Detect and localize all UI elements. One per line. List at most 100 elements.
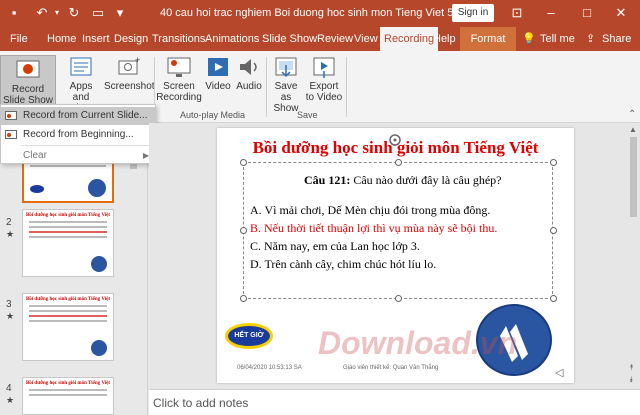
menu-clear[interactable]: Clear ▶: [1, 147, 155, 165]
tab-design[interactable]: Design: [114, 27, 148, 51]
screen-recording-icon: [167, 57, 191, 77]
menu-record-current-slide[interactable]: Record from Current Slide...: [1, 107, 155, 125]
customize-quick-access-icon[interactable]: ▾: [112, 4, 128, 22]
resize-handle[interactable]: [240, 295, 247, 302]
undo-dropdown-icon[interactable]: ▾: [52, 4, 62, 22]
tab-animations[interactable]: Animations: [205, 27, 259, 51]
record-slide-show-button[interactable]: Record Slide Show: [0, 55, 56, 107]
thumb-line: [29, 226, 107, 228]
resize-handle[interactable]: [240, 227, 247, 234]
export-to-video-icon: [313, 57, 335, 78]
ribbon-tabs: File Home Insert Design Transitions Anim…: [0, 27, 640, 51]
question-text: Câu 121: Câu nào dưới đây là câu ghép?: [304, 173, 501, 188]
slide-author: Giáo viên thiết kế: Quan Văn Thắng: [343, 365, 439, 371]
thumb-line: [29, 389, 107, 391]
save-icon[interactable]: ▪: [6, 4, 22, 22]
scrollbar-thumb[interactable]: [630, 137, 637, 217]
tab-review[interactable]: Review: [317, 27, 353, 51]
answer-c: C. Năm nay, em của Lan học lớp 3.: [250, 239, 420, 253]
export-to-video-button[interactable]: Export to Video: [304, 55, 344, 103]
tab-home[interactable]: Home: [47, 27, 76, 51]
video-button[interactable]: Video: [202, 55, 234, 92]
answer-d: D. Trên cành cây, chim chúc hót líu lo.: [250, 257, 437, 271]
editor-scrollbar[interactable]: ▲ ⯭ ⯯: [627, 123, 640, 389]
close-icon[interactable]: ✕: [612, 4, 630, 22]
scroll-up-icon[interactable]: ▲: [629, 125, 637, 134]
redo-icon[interactable]: ↻: [66, 4, 82, 22]
video-label: Video: [205, 81, 231, 92]
thumb-line: [29, 305, 107, 307]
screenshot-button[interactable]: + Screenshot: [104, 55, 155, 92]
ribbon-separator: [346, 57, 347, 117]
notes-pane[interactable]: Click to add notes: [149, 389, 640, 415]
thumb-line: [29, 236, 107, 238]
slide-date: 06/04/2020 10:53:13 SA: [237, 365, 302, 371]
undo-icon[interactable]: ↶: [34, 4, 50, 22]
thumb-line: [29, 315, 107, 317]
sign-in-button[interactable]: Sign in: [452, 4, 494, 22]
thumb-line: [29, 310, 107, 312]
resize-handle[interactable]: [550, 295, 557, 302]
slide-thumbnail-3[interactable]: Bồi dưỡng học sinh giỏi môn Tiếng Việt: [22, 293, 114, 361]
scroll-next-slide-icon[interactable]: ⯯: [629, 375, 634, 385]
thumb-line: [30, 165, 106, 167]
tell-me-search[interactable]: Tell me: [540, 27, 575, 51]
ribbon-display-options-icon[interactable]: ⊡: [508, 4, 526, 22]
screen-recording-button[interactable]: Screen Recording: [156, 55, 202, 103]
menu-item-label: Clear: [23, 150, 47, 161]
slide-thumbnail-4[interactable]: Bồi dưỡng học sinh giỏi môn Tiếng Việt: [22, 377, 114, 415]
thumb-title: Bồi dưỡng học sinh giỏi môn Tiếng Việt: [25, 213, 111, 218]
question-textbox[interactable]: Câu 121: Câu nào dưới đây là câu ghép? A…: [240, 159, 557, 302]
maximize-icon[interactable]: □: [578, 4, 596, 22]
record-current-icon: [5, 111, 17, 120]
screenshot-label: Screenshot: [104, 81, 155, 92]
question-label: Câu 121:: [304, 173, 351, 187]
time-up-badge[interactable]: HẾT GIỜ: [225, 323, 273, 349]
save-as-show-label: Save as Show: [273, 81, 299, 114]
clap-thumb: [88, 179, 106, 197]
svg-text:+: +: [135, 55, 140, 65]
save-as-show-icon: [275, 57, 297, 78]
menu-divider: [21, 145, 151, 146]
resize-handle[interactable]: [395, 295, 402, 302]
record-dropdown-menu: Record from Current Slide... Record from…: [0, 104, 156, 164]
menu-record-beginning[interactable]: Record from Beginning...: [1, 126, 155, 144]
record-beginning-icon: [5, 130, 17, 139]
notes-placeholder: Click to add notes: [153, 396, 249, 410]
slide-number-4: 4: [6, 383, 12, 394]
audio-button[interactable]: Audio: [234, 55, 264, 92]
tab-insert[interactable]: Insert: [82, 27, 110, 51]
record-slide-show-icon: [16, 60, 40, 78]
slideshow-start-icon[interactable]: ▭: [90, 4, 106, 22]
tab-help[interactable]: Help: [433, 27, 456, 51]
rotate-handle-icon[interactable]: [387, 132, 403, 148]
share-icon: ⇪: [586, 33, 596, 45]
resize-handle[interactable]: [395, 159, 402, 166]
answer-b: B. Nếu thời tiết thuận lợi thì vụ mùa nà…: [250, 221, 498, 235]
collapse-ribbon-icon[interactable]: ⌃: [628, 109, 636, 120]
resize-handle[interactable]: [550, 159, 557, 166]
screenshot-icon: +: [118, 55, 140, 75]
title-bar: ▪ ↶ ▾ ↻ ▭ ▾ 40 cau hoi trac nghiem Boi d…: [0, 0, 640, 27]
resize-handle[interactable]: [550, 227, 557, 234]
badge-label: HẾT GIỜ: [234, 332, 264, 339]
tab-recording[interactable]: Recording: [380, 27, 439, 51]
document-title: 40 cau hoi trac nghiem Boi duong hoc sin…: [160, 7, 489, 19]
apps-quizzes-icon: [70, 57, 92, 76]
slide-number-2: 2: [6, 217, 12, 228]
resize-handle[interactable]: [240, 159, 247, 166]
tab-view[interactable]: View: [354, 27, 378, 51]
thumb-line: [29, 320, 107, 322]
tab-slide-show[interactable]: Slide Show: [262, 27, 317, 51]
clap-thumb: [91, 340, 107, 356]
thumbnail-scrollbar[interactable]: [128, 123, 139, 415]
tab-format[interactable]: Format: [460, 27, 516, 51]
tab-file[interactable]: File: [10, 27, 28, 51]
save-as-show-button[interactable]: Save as Show: [268, 55, 304, 114]
scroll-prev-slide-icon[interactable]: ⯭: [629, 363, 634, 373]
share-button[interactable]: Share: [602, 27, 631, 51]
slide-thumbnail-2[interactable]: Bồi dưỡng học sinh giỏi môn Tiếng Việt: [22, 209, 114, 277]
speaker-icon[interactable]: ◁: [555, 366, 563, 379]
tab-transitions[interactable]: Transitions: [152, 27, 205, 51]
minimize-icon[interactable]: –: [542, 4, 560, 22]
